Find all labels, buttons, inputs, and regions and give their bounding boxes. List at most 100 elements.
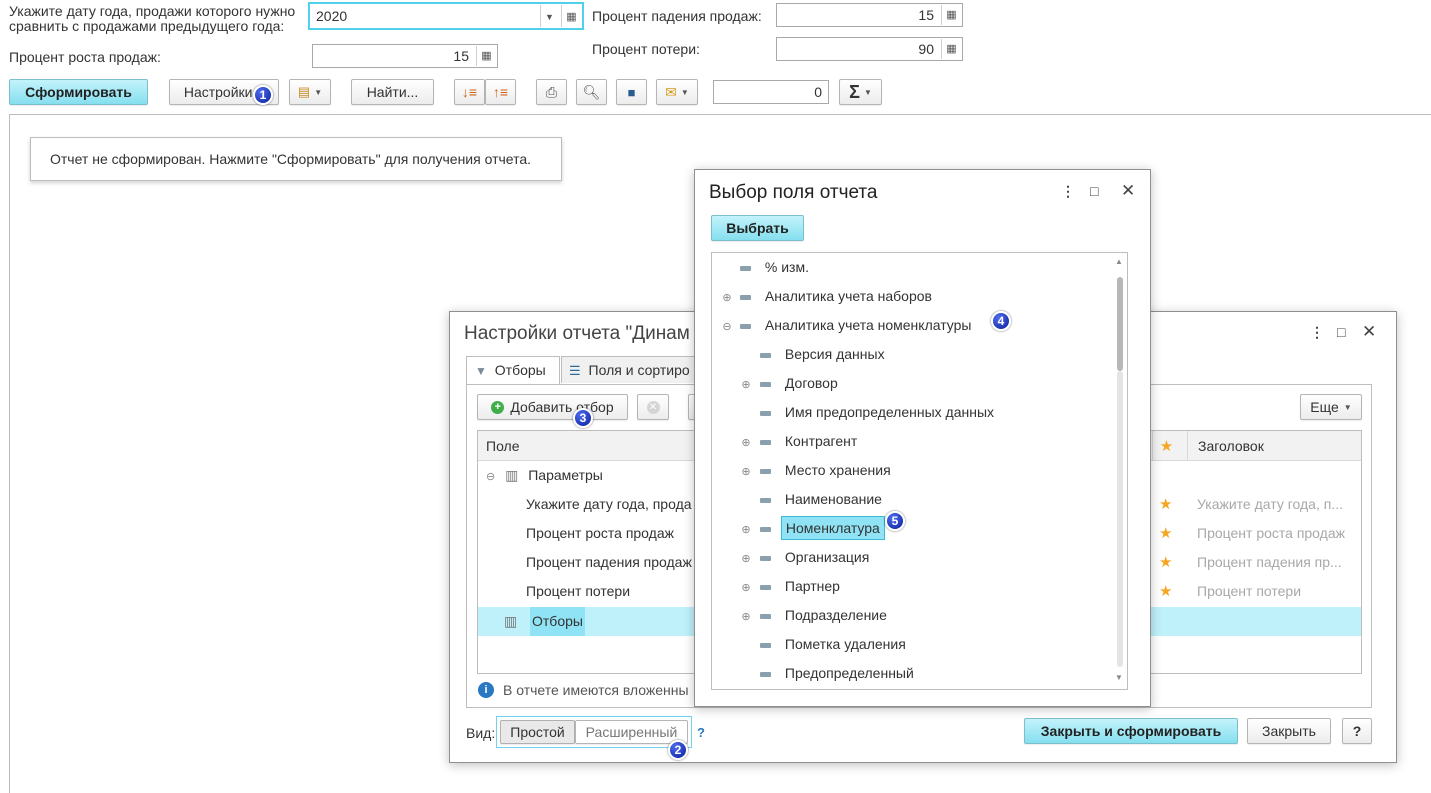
row-title: Укажите дату года, п... — [1197, 496, 1343, 512]
expand-icon[interactable]: ⊕ — [741, 378, 751, 391]
list-item[interactable]: Наименование — [760, 485, 882, 514]
preview-button[interactable]: 🔍︎ — [576, 79, 607, 105]
expand-icon[interactable]: ⊕ — [741, 523, 751, 536]
row-title: Процент потери — [1197, 583, 1302, 599]
collapse-icon[interactable]: ⊖ — [722, 320, 732, 333]
close-icon[interactable]: ✕ — [1121, 181, 1135, 201]
col-title-header: Заголовок — [1187, 431, 1264, 461]
list-item-label: Пометка удаления — [784, 636, 906, 652]
more-vert-icon[interactable]: ⋮ — [1061, 183, 1075, 200]
scroll-up-icon[interactable]: ▲ — [1115, 257, 1123, 266]
help-link[interactable]: ? — [697, 725, 705, 740]
view-simple-button[interactable]: Простой — [500, 720, 575, 744]
list-item-selected[interactable]: Номенклатура — [760, 514, 885, 543]
variants-icon: ▤ — [297, 84, 311, 99]
more-vert-icon[interactable]: ⋮ — [1310, 324, 1324, 341]
fields-tree: ▲ ▼ ⊕ ⊖ ⊕ ⊕ ⊕ ⊕ ⊕ ⊕ ⊕ % изм. Аналитика у… — [711, 252, 1128, 690]
fields-sort-icon: ☰ — [569, 363, 581, 378]
calculator-icon[interactable]: ▦ — [476, 46, 496, 66]
add-filter-button[interactable]: + Добавить отбор — [477, 394, 628, 420]
expand-icon[interactable]: ⊕ — [741, 610, 751, 623]
col-field-header: Поле — [486, 438, 520, 454]
preview-icon: 🔍︎ — [582, 83, 601, 100]
list-item-label: Версия данных — [784, 346, 885, 362]
row-title: Процент роста продаж — [1197, 525, 1345, 541]
expand-icon[interactable]: ⊕ — [741, 465, 751, 478]
field-icon — [760, 410, 771, 416]
chevron-down-icon: ▼ — [863, 87, 872, 97]
list-item[interactable]: Контрагент — [760, 427, 857, 456]
star-icon[interactable]: ★ — [1159, 577, 1172, 606]
expand-icon[interactable]: ⊕ — [722, 291, 732, 304]
callout-badge-4: 4 — [991, 311, 1011, 331]
view-extended-button[interactable]: Расширенный — [575, 720, 688, 744]
field-icon — [740, 323, 751, 329]
delete-filter-button[interactable]: ✕ — [637, 394, 669, 420]
callout-badge-2: 2 — [668, 740, 688, 760]
table-row[interactable]: Укажите дату года, прода — [526, 490, 692, 519]
list-item-label: Подразделение — [784, 607, 887, 623]
more-button[interactable]: Еще ▼ — [1300, 394, 1362, 420]
sum-button[interactable]: Σ ▼ — [839, 79, 882, 105]
expand-icon[interactable]: ⊕ — [741, 436, 751, 449]
close-icon[interactable]: ✕ — [1362, 322, 1376, 342]
list-item[interactable]: Имя предопределенных данных — [760, 398, 994, 427]
email-button[interactable]: ✉ ▼ — [656, 79, 698, 105]
list-item[interactable]: Место хранения — [760, 456, 891, 485]
tab-filters-label: Отборы — [494, 362, 546, 378]
table-row[interactable]: Процент падения продаж — [526, 548, 692, 577]
sum-counter-field[interactable]: 0 — [713, 80, 829, 104]
print-button[interactable]: ⎙ — [536, 79, 567, 105]
star-icon[interactable]: ★ — [1159, 519, 1172, 548]
generate-button[interactable]: Сформировать — [9, 79, 148, 105]
star-icon[interactable]: ★ — [1159, 490, 1172, 519]
save-button[interactable]: ■ — [616, 79, 647, 105]
fall-field[interactable]: 15 ▦ — [776, 3, 963, 27]
maximize-icon[interactable]: □ — [1337, 324, 1345, 340]
find-button[interactable]: Найти... — [351, 79, 434, 105]
maximize-icon[interactable]: □ — [1090, 183, 1098, 199]
calculator-icon[interactable]: ▦ — [941, 5, 961, 25]
table-row[interactable]: Процент потери — [526, 577, 630, 606]
close-and-generate-button[interactable]: Закрыть и сформировать — [1024, 718, 1238, 744]
list-item[interactable]: Партнер — [760, 572, 840, 601]
table-row-params[interactable]: ⊖ ▥ Параметры — [486, 461, 603, 490]
scrollbar-thumb[interactable] — [1117, 277, 1123, 371]
list-item-label: Аналитика учета наборов — [764, 288, 932, 304]
callout-badge-3: 3 — [573, 408, 593, 428]
list-item[interactable]: Аналитика учета номенклатуры — [740, 311, 971, 340]
expand-icon[interactable]: ⊕ — [741, 552, 751, 565]
scroll-down-icon[interactable]: ▼ — [1115, 673, 1123, 682]
list-item[interactable]: Пометка удаления — [760, 630, 906, 659]
more-label: Еще — [1310, 399, 1339, 415]
year-field[interactable]: 2020 ▼ ▦ — [308, 2, 584, 30]
year-value: 2020 — [316, 8, 348, 24]
calculator-icon[interactable]: ▦ — [941, 39, 961, 59]
tab-fields[interactable]: ☰ Поля и сортиро — [561, 356, 701, 383]
help-button[interactable]: ? — [1342, 718, 1372, 744]
list-item[interactable]: Версия данных — [760, 340, 885, 369]
list-item[interactable]: Аналитика учета наборов — [740, 282, 932, 311]
list-item[interactable]: Подразделение — [760, 601, 887, 630]
field-icon — [740, 265, 751, 271]
tab-fields-label: Поля и сортиро — [588, 362, 690, 378]
growth-field[interactable]: 15 ▦ — [312, 44, 498, 68]
tab-filters[interactable]: ▼ Отборы — [466, 356, 560, 384]
close-button[interactable]: Закрыть — [1247, 718, 1331, 744]
list-item[interactable]: % изм. — [740, 253, 809, 282]
calendar-icon[interactable]: ▦ — [561, 5, 581, 27]
scrollbar-track[interactable] — [1117, 371, 1123, 667]
select-button[interactable]: Выбрать — [711, 215, 804, 241]
field-icon — [760, 497, 771, 503]
table-row[interactable]: Процент роста продаж — [526, 519, 674, 548]
star-icon[interactable]: ★ — [1159, 548, 1172, 577]
sort-desc-button[interactable]: ↑≡ — [485, 79, 516, 105]
expand-icon[interactable]: ⊕ — [741, 581, 751, 594]
list-item[interactable]: Организация — [760, 543, 869, 572]
variants-button[interactable]: ▤ ▼ — [289, 79, 331, 105]
loss-field[interactable]: 90 ▦ — [776, 37, 963, 61]
sort-asc-button[interactable]: ↓≡ — [454, 79, 485, 105]
list-item[interactable]: Договор — [760, 369, 838, 398]
dropdown-icon[interactable]: ▼ — [540, 5, 558, 27]
list-item[interactable]: Предопределенный — [760, 659, 914, 688]
